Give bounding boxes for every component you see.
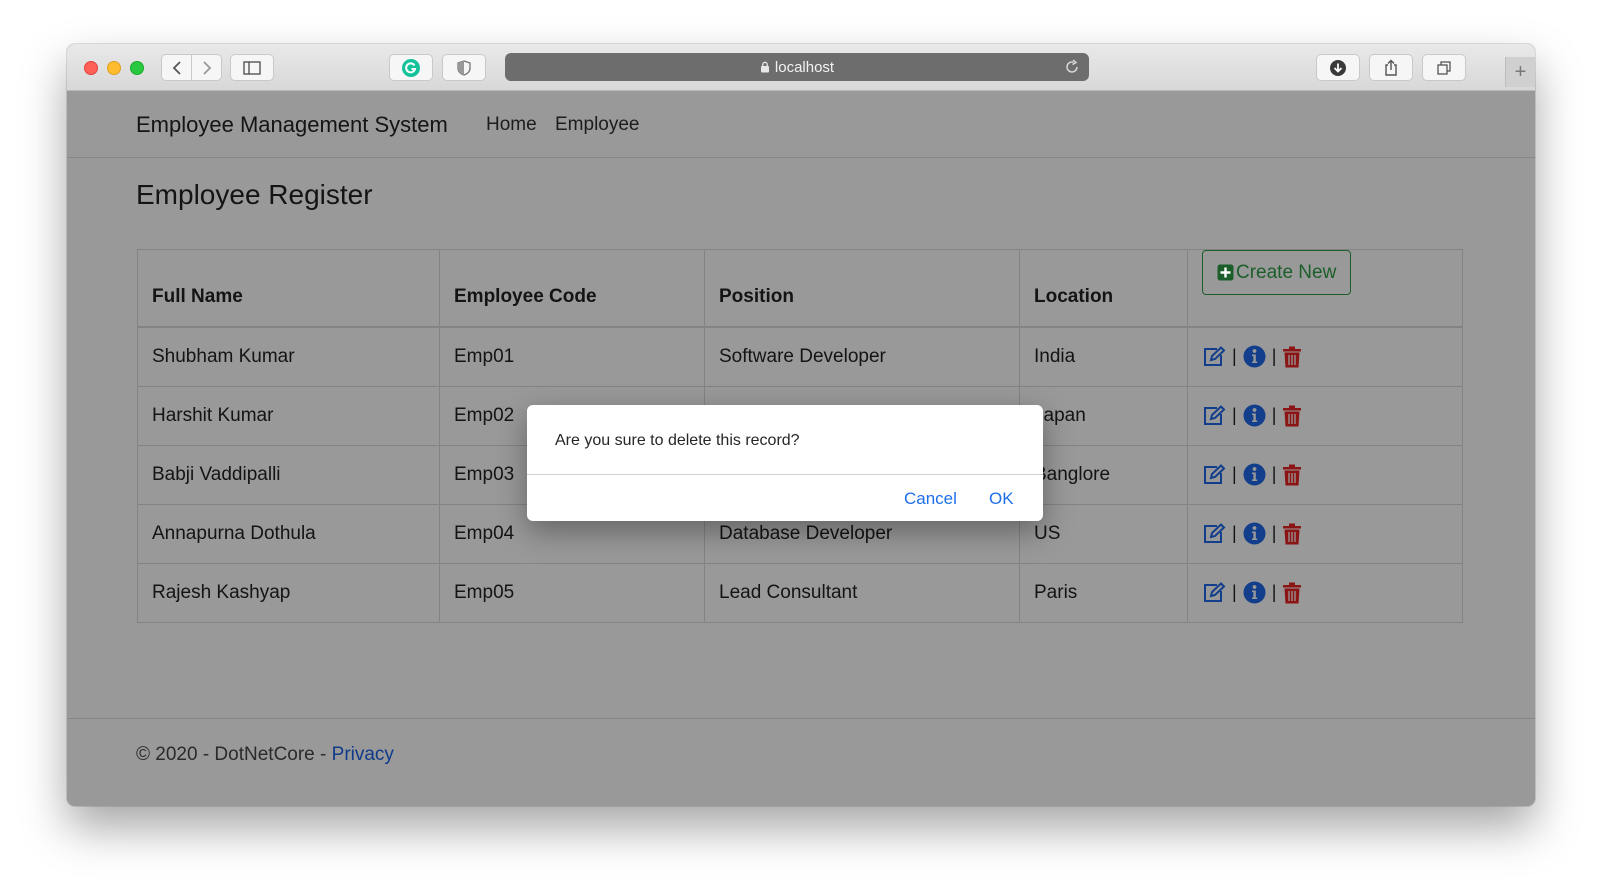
- chevron-right-icon: [202, 60, 211, 75]
- trash-icon[interactable]: [1282, 523, 1302, 545]
- back-button[interactable]: [162, 55, 191, 80]
- info-icon[interactable]: [1243, 404, 1266, 427]
- info-icon[interactable]: [1243, 522, 1266, 545]
- chevron-left-icon: [172, 60, 181, 75]
- minimize-window-button[interactable]: [107, 61, 121, 75]
- action-separator: |: [1271, 405, 1277, 425]
- action-separator: |: [1232, 464, 1237, 484]
- nav-link-employee[interactable]: Employee: [555, 114, 640, 136]
- table-header-row: Full Name Employee Code Position Locatio…: [137, 249, 1463, 328]
- cell-location: Paris: [1019, 562, 1188, 623]
- action-separator: |: [1232, 582, 1237, 602]
- page-title: Employee Register: [136, 179, 373, 210]
- cell-actions: | |: [1187, 562, 1463, 623]
- column-header-full-name: Full Name: [137, 249, 440, 328]
- table-row: Rajesh Kashyap Emp05 Lead Consultant Par…: [137, 562, 1463, 623]
- cell-location: Japan: [1019, 385, 1188, 446]
- shield-icon: [457, 59, 471, 76]
- copyright-text: © 2020 - DotNetCore -: [136, 744, 332, 765]
- cell-full-name: Shubham Kumar: [137, 326, 440, 387]
- browser-toolbar: localhost +: [67, 44, 1535, 91]
- action-separator: |: [1271, 464, 1277, 484]
- site-footer: © 2020 - DotNetCore - Privacy: [67, 718, 1535, 806]
- history-nav: [161, 54, 222, 81]
- column-header-actions: Create New: [1187, 249, 1463, 328]
- grammarly-extension-button[interactable]: [389, 54, 433, 81]
- tabs-overview-button[interactable]: [1422, 54, 1466, 81]
- action-separator: |: [1271, 523, 1277, 543]
- share-button[interactable]: [1369, 54, 1413, 81]
- column-header-position: Position: [704, 249, 1020, 328]
- cell-full-name: Annapurna Dothula: [137, 503, 440, 564]
- cell-location: US: [1019, 503, 1188, 564]
- cell-full-name: Babji Vaddipalli: [137, 444, 440, 505]
- url-text: localhost: [774, 58, 835, 76]
- tabs-icon: [1437, 60, 1451, 75]
- cell-actions: | |: [1187, 326, 1463, 387]
- download-icon: [1330, 59, 1346, 76]
- create-new-button[interactable]: Create New: [1202, 250, 1352, 295]
- nav-link-home[interactable]: Home: [486, 114, 537, 136]
- create-new-label: Create New: [1236, 261, 1337, 283]
- trash-icon[interactable]: [1282, 464, 1302, 486]
- cell-full-name: Rajesh Kashyap: [137, 562, 440, 623]
- info-icon[interactable]: [1243, 345, 1266, 368]
- privacy-extension-button[interactable]: [442, 54, 486, 81]
- address-bar[interactable]: localhost: [505, 53, 1089, 81]
- edit-icon[interactable]: [1202, 345, 1226, 368]
- footer-text: © 2020 - DotNetCore - Privacy: [136, 744, 394, 766]
- plus-square-icon: [1217, 264, 1234, 281]
- cell-actions: | |: [1187, 385, 1463, 446]
- info-icon[interactable]: [1243, 463, 1266, 486]
- close-window-button[interactable]: [84, 61, 98, 75]
- cancel-button[interactable]: Cancel: [904, 489, 957, 509]
- web-page: Employee Management System Home Employee…: [67, 91, 1535, 806]
- privacy-link[interactable]: Privacy: [332, 744, 394, 765]
- cell-actions: | |: [1187, 503, 1463, 564]
- action-separator: |: [1271, 582, 1277, 602]
- share-icon: [1385, 59, 1397, 76]
- confirm-delete-dialog: Are you sure to delete this record? Canc…: [527, 405, 1043, 521]
- cell-actions: | |: [1187, 444, 1463, 505]
- browser-window: localhost + Employee Management System H…: [67, 44, 1535, 806]
- sidebar-button[interactable]: [230, 54, 274, 81]
- new-tab-button[interactable]: +: [1505, 57, 1535, 87]
- cell-position: Software Developer: [704, 326, 1020, 387]
- action-separator: |: [1232, 405, 1237, 425]
- reload-icon[interactable]: [1064, 59, 1080, 75]
- lock-icon: [760, 61, 769, 73]
- trash-icon[interactable]: [1282, 582, 1302, 604]
- cell-location: India: [1019, 326, 1188, 387]
- trash-icon[interactable]: [1282, 346, 1302, 368]
- ok-button[interactable]: OK: [989, 489, 1014, 509]
- site-navbar: Employee Management System Home Employee: [67, 91, 1535, 158]
- table-row: Shubham Kumar Emp01 Software Developer I…: [137, 326, 1463, 387]
- site-brand[interactable]: Employee Management System: [136, 112, 448, 138]
- edit-icon[interactable]: [1202, 463, 1226, 486]
- info-icon[interactable]: [1243, 581, 1266, 604]
- cell-employee-code: Emp01: [439, 326, 705, 387]
- cell-employee-code: Emp05: [439, 562, 705, 623]
- action-separator: |: [1271, 346, 1277, 367]
- cell-full-name: Harshit Kumar: [137, 385, 440, 446]
- action-separator: |: [1232, 346, 1237, 367]
- dialog-message: Are you sure to delete this record?: [555, 432, 800, 449]
- sidebar-icon: [243, 60, 261, 75]
- edit-icon[interactable]: [1202, 404, 1226, 427]
- zoom-window-button[interactable]: [130, 61, 144, 75]
- cell-position: Lead Consultant: [704, 562, 1020, 623]
- cell-location: Banglore: [1019, 444, 1188, 505]
- forward-button[interactable]: [191, 55, 221, 80]
- edit-icon[interactable]: [1202, 522, 1226, 545]
- column-header-employee-code: Employee Code: [439, 249, 705, 328]
- action-separator: |: [1232, 523, 1237, 543]
- trash-icon[interactable]: [1282, 405, 1302, 427]
- grammarly-icon: [402, 58, 420, 77]
- dialog-divider: [527, 474, 1043, 475]
- edit-icon[interactable]: [1202, 581, 1226, 604]
- downloads-button[interactable]: [1316, 54, 1360, 81]
- column-header-location: Location: [1019, 249, 1188, 328]
